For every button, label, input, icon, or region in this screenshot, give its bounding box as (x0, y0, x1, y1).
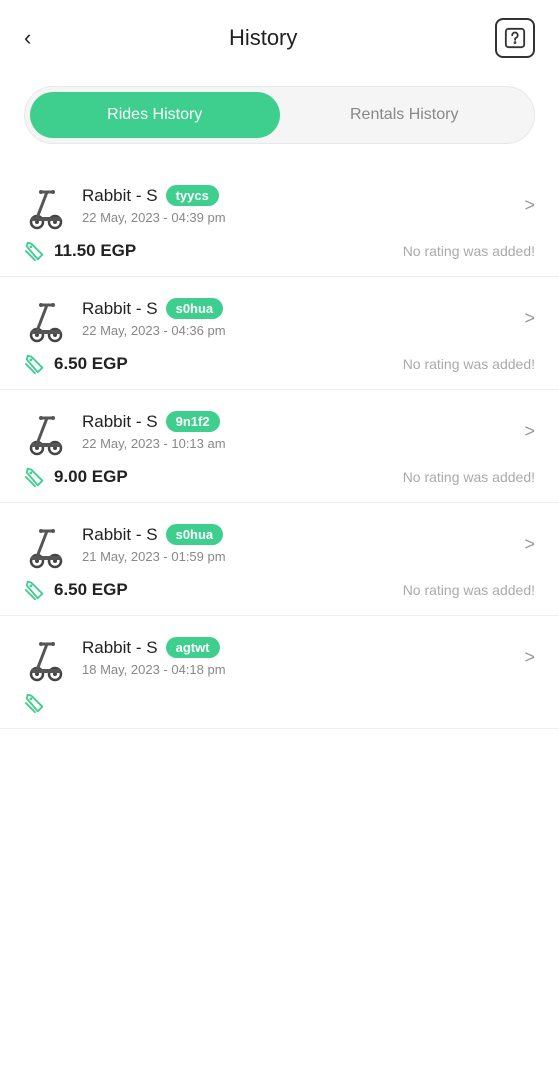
ride-item: Rabbit - S s0hua 22 May, 2023 - 04:36 pm… (0, 277, 559, 390)
price-amount: 6.50 EGP (54, 354, 128, 374)
rides-list: Rabbit - S tyycs 22 May, 2023 - 04:39 pm… (0, 154, 559, 739)
tab-rentals-history[interactable]: Rentals History (280, 92, 530, 138)
question-mark-icon (504, 27, 526, 49)
ride-date: 18 May, 2023 - 04:18 pm (82, 662, 226, 677)
ride-code-badge: 9n1f2 (166, 411, 220, 432)
ride-bottom-row: 9.00 EGP No rating was added! (24, 466, 535, 488)
ride-name-row: Rabbit - S s0hua (82, 298, 226, 319)
price-tag-icon (24, 240, 46, 262)
ride-price: 6.50 EGP (24, 353, 128, 375)
ride-date: 22 May, 2023 - 10:13 am (82, 436, 226, 451)
ride-item: Rabbit - S agtwt 18 May, 2023 - 04:18 pm… (0, 616, 559, 729)
price-amount: 6.50 EGP (54, 580, 128, 600)
ride-details: Rabbit - S s0hua 21 May, 2023 - 01:59 pm (82, 524, 226, 564)
ride-bottom-row: 6.50 EGP No rating was added! (24, 579, 535, 601)
ride-vehicle-name: Rabbit - S (82, 186, 158, 206)
ride-item: Rabbit - S s0hua 21 May, 2023 - 01:59 pm… (0, 503, 559, 616)
scooter-icon (24, 632, 68, 682)
ride-bottom-row: 11.50 EGP No rating was added! (24, 240, 535, 262)
ride-info: Rabbit - S agtwt 18 May, 2023 - 04:18 pm (24, 632, 226, 682)
scooter-icon (24, 519, 68, 569)
ride-info: Rabbit - S 9n1f2 22 May, 2023 - 10:13 am (24, 406, 226, 456)
ride-name-row: Rabbit - S agtwt (82, 637, 226, 658)
price-tag-icon (24, 466, 46, 488)
ride-top-row: Rabbit - S s0hua 22 May, 2023 - 04:36 pm… (24, 293, 535, 343)
ride-details: Rabbit - S s0hua 22 May, 2023 - 04:36 pm (82, 298, 226, 338)
page-title: History (229, 25, 297, 51)
scooter-icon (24, 406, 68, 456)
ride-top-row: Rabbit - S agtwt 18 May, 2023 - 04:18 pm… (24, 632, 535, 682)
ride-details: Rabbit - S agtwt 18 May, 2023 - 04:18 pm (82, 637, 226, 677)
ride-code-badge: agtwt (166, 637, 220, 658)
chevron-right-icon[interactable]: > (524, 308, 535, 329)
tab-switcher: Rides History Rentals History (24, 86, 535, 144)
ride-top-row: Rabbit - S 9n1f2 22 May, 2023 - 10:13 am… (24, 406, 535, 456)
header: ‹ History (0, 0, 559, 68)
price-tag-icon (24, 692, 46, 714)
chevron-right-icon[interactable]: > (524, 647, 535, 668)
back-button[interactable]: ‹ (24, 27, 31, 49)
rating-text: No rating was added! (403, 469, 535, 485)
ride-price: 6.50 EGP (24, 579, 128, 601)
chevron-right-icon[interactable]: > (524, 534, 535, 555)
price-tag-icon (24, 579, 46, 601)
tab-rides-history[interactable]: Rides History (30, 92, 280, 138)
ride-vehicle-name: Rabbit - S (82, 638, 158, 658)
ride-code-badge: s0hua (166, 524, 224, 545)
ride-info: Rabbit - S tyycs 22 May, 2023 - 04:39 pm (24, 180, 226, 230)
ride-price: 9.00 EGP (24, 466, 128, 488)
rating-text: No rating was added! (403, 356, 535, 372)
ride-date: 21 May, 2023 - 01:59 pm (82, 549, 226, 564)
ride-name-row: Rabbit - S tyycs (82, 185, 226, 206)
help-button[interactable] (495, 18, 535, 58)
ride-bottom-row (24, 692, 535, 714)
ride-vehicle-name: Rabbit - S (82, 525, 158, 545)
ride-info: Rabbit - S s0hua 21 May, 2023 - 01:59 pm (24, 519, 226, 569)
rating-text: No rating was added! (403, 243, 535, 259)
ride-name-row: Rabbit - S s0hua (82, 524, 226, 545)
ride-item: Rabbit - S tyycs 22 May, 2023 - 04:39 pm… (0, 164, 559, 277)
ride-price: 11.50 EGP (24, 240, 136, 262)
ride-details: Rabbit - S tyycs 22 May, 2023 - 04:39 pm (82, 185, 226, 225)
ride-top-row: Rabbit - S tyycs 22 May, 2023 - 04:39 pm… (24, 180, 535, 230)
ride-vehicle-name: Rabbit - S (82, 299, 158, 319)
ride-name-row: Rabbit - S 9n1f2 (82, 411, 226, 432)
ride-vehicle-name: Rabbit - S (82, 412, 158, 432)
ride-code-badge: tyycs (166, 185, 219, 206)
ride-top-row: Rabbit - S s0hua 21 May, 2023 - 01:59 pm… (24, 519, 535, 569)
ride-date: 22 May, 2023 - 04:39 pm (82, 210, 226, 225)
scooter-icon (24, 293, 68, 343)
ride-details: Rabbit - S 9n1f2 22 May, 2023 - 10:13 am (82, 411, 226, 451)
price-amount: 11.50 EGP (54, 241, 136, 261)
chevron-right-icon[interactable]: > (524, 195, 535, 216)
ride-price (24, 692, 46, 714)
rating-text: No rating was added! (403, 582, 535, 598)
ride-code-badge: s0hua (166, 298, 224, 319)
price-tag-icon (24, 353, 46, 375)
ride-info: Rabbit - S s0hua 22 May, 2023 - 04:36 pm (24, 293, 226, 343)
chevron-right-icon[interactable]: > (524, 421, 535, 442)
price-amount: 9.00 EGP (54, 467, 128, 487)
ride-item: Rabbit - S 9n1f2 22 May, 2023 - 10:13 am… (0, 390, 559, 503)
ride-bottom-row: 6.50 EGP No rating was added! (24, 353, 535, 375)
ride-date: 22 May, 2023 - 04:36 pm (82, 323, 226, 338)
scooter-icon (24, 180, 68, 230)
